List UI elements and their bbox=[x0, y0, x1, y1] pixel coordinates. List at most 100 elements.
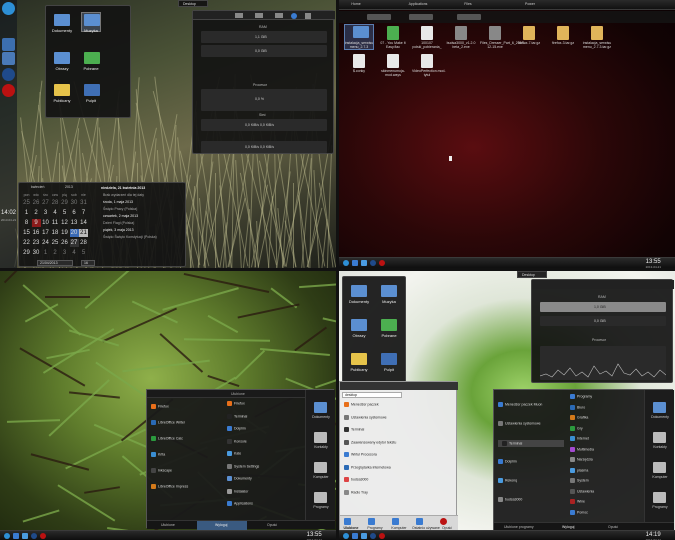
file-label[interactable]: Files_Dresser_Part_6_2013-12-15.exe bbox=[480, 41, 525, 49]
calendar-month[interactable]: kwiecień bbox=[31, 185, 44, 189]
folder-label[interactable]: Pulpit bbox=[76, 98, 106, 103]
tab-favorites[interactable]: Ulubione programy bbox=[504, 525, 534, 529]
category-item[interactable]: Ustawienia bbox=[570, 488, 594, 494]
calendar-day[interactable]: 7 bbox=[79, 209, 88, 217]
menu-item[interactable]: Firefox bbox=[227, 401, 245, 406]
folder-icon[interactable] bbox=[54, 14, 70, 26]
category-item[interactable]: Wine bbox=[570, 499, 585, 504]
calendar-day[interactable]: 4 bbox=[70, 249, 79, 257]
network-icon[interactable] bbox=[291, 13, 297, 19]
app-menu-item[interactable]: Dolphin bbox=[498, 459, 517, 464]
pictures-folder-icon[interactable] bbox=[54, 52, 70, 64]
file-manager-icon[interactable] bbox=[361, 532, 367, 539]
calendar-day[interactable]: 3 bbox=[60, 249, 69, 257]
kde-menu-icon[interactable] bbox=[4, 532, 10, 539]
file-label[interactable]: $.conky bbox=[344, 69, 374, 73]
side-item-label[interactable]: Komputer bbox=[647, 475, 673, 479]
category-item[interactable]: Pomoc bbox=[570, 509, 588, 515]
side-item-icon[interactable] bbox=[653, 492, 666, 503]
tab-logout[interactable]: Wyloguj bbox=[215, 523, 227, 527]
music-folder-icon[interactable] bbox=[84, 14, 100, 26]
side-item-label[interactable]: Dokumenty bbox=[647, 415, 673, 419]
doc-file-icon[interactable] bbox=[421, 26, 433, 40]
launcher-search-input[interactable]: desktop bbox=[342, 392, 402, 398]
taskbar-clock[interactable]: 13:55 2013-04-21 bbox=[307, 531, 322, 540]
calendar-day[interactable]: 11 bbox=[51, 219, 60, 227]
drive-icon[interactable] bbox=[255, 13, 263, 18]
folder-label[interactable]: Dokumenty bbox=[344, 299, 374, 304]
date-input[interactable]: 21/04/2013 bbox=[37, 260, 73, 266]
launcher-item[interactable]: Wirtul Procesora bbox=[344, 452, 377, 457]
calendar-day[interactable]: 17 bbox=[41, 229, 50, 237]
launcher-item[interactable]: Przeglądarka internetowa bbox=[344, 464, 391, 470]
taskbar-clock[interactable]: 13:55 2013-04-21 bbox=[646, 258, 661, 268]
calendar-day[interactable]: 9 bbox=[31, 219, 41, 227]
file-label[interactable]: instalacja_serwisu menu_2.7.3 bbox=[344, 41, 374, 49]
file-label[interactable]: firefox-3.tar.gz bbox=[548, 41, 578, 45]
folder-label[interactable]: Dokumenty bbox=[47, 28, 77, 33]
calendar-day[interactable]: 30 bbox=[32, 249, 41, 257]
calendar-day[interactable]: 28 bbox=[51, 199, 60, 207]
launcher-item[interactable]: Radio Tray bbox=[344, 489, 368, 495]
calendar-day[interactable]: 15 bbox=[22, 229, 31, 237]
calendar-day[interactable]: 2 bbox=[51, 249, 60, 257]
launcher-item[interactable]: Menedżer paczek bbox=[344, 402, 379, 407]
folder-icon[interactable] bbox=[351, 319, 367, 331]
side-item-icon[interactable] bbox=[653, 462, 666, 473]
side-item-icon[interactable] bbox=[314, 492, 327, 503]
calendar-day[interactable]: 29 bbox=[60, 199, 69, 207]
launcher-tab-icon[interactable] bbox=[344, 518, 351, 525]
calendar-day[interactable]: 5 bbox=[60, 209, 69, 217]
category-item[interactable]: System bbox=[570, 478, 589, 483]
menu-item[interactable]: System Settings bbox=[227, 463, 259, 469]
calendar-day[interactable]: 3 bbox=[41, 209, 50, 217]
tab-favorites[interactable]: Ulubione bbox=[161, 523, 175, 527]
folder-icon[interactable] bbox=[381, 319, 397, 331]
folder-label[interactable]: Obrazy bbox=[344, 333, 374, 338]
calendar-day[interactable]: 19 bbox=[60, 229, 69, 237]
power-icon[interactable] bbox=[379, 532, 385, 539]
menu-item[interactable]: LibreOffice Calc bbox=[151, 436, 183, 441]
menu-search[interactable] bbox=[147, 390, 305, 398]
calendar-day[interactable]: 21 bbox=[79, 229, 88, 237]
tab-applications[interactable]: Applications bbox=[403, 2, 433, 6]
calendar-day[interactable]: 26 bbox=[32, 199, 41, 207]
launcher-tab-icon[interactable] bbox=[440, 518, 447, 525]
folder-label[interactable]: Publiczny bbox=[47, 98, 77, 103]
audio-file-icon[interactable] bbox=[387, 26, 399, 40]
calendar-day[interactable]: 14 bbox=[79, 219, 88, 227]
menu-item[interactable]: Instalator bbox=[227, 488, 248, 494]
calendar-day[interactable]: 4 bbox=[51, 209, 60, 217]
side-item-label[interactable]: Kontakty bbox=[647, 445, 673, 449]
calendar-day[interactable]: 18 bbox=[51, 229, 60, 237]
menu-item[interactable]: LibreOffice Impress bbox=[151, 484, 188, 489]
folder-icon[interactable] bbox=[351, 285, 367, 297]
category-item[interactable]: plasma bbox=[570, 467, 588, 473]
power-icon[interactable] bbox=[2, 84, 15, 97]
action-button[interactable] bbox=[457, 14, 481, 20]
calendar-day[interactable]: 20 bbox=[69, 229, 79, 237]
doc-file-icon[interactable] bbox=[353, 54, 365, 68]
category-item[interactable]: Gry bbox=[570, 425, 583, 431]
calendar-day[interactable]: 16 bbox=[32, 229, 41, 237]
calendar-day[interactable]: 25 bbox=[22, 199, 31, 207]
media-player-icon[interactable] bbox=[31, 532, 37, 539]
tab-leave[interactable]: Opuść bbox=[267, 523, 277, 527]
tab-files[interactable]: Files bbox=[457, 2, 479, 6]
archive-file-icon[interactable] bbox=[557, 26, 569, 40]
category-item[interactable]: Internet bbox=[570, 436, 589, 441]
folder-label[interactable]: Pulpit bbox=[374, 367, 404, 372]
public-folder-icon[interactable] bbox=[54, 84, 70, 96]
menu-item[interactable]: Konsole bbox=[227, 438, 247, 444]
power-icon[interactable] bbox=[379, 260, 385, 266]
week-input[interactable]: 16 bbox=[81, 260, 95, 266]
side-item-label[interactable]: Komputer bbox=[308, 475, 334, 479]
menu-item[interactable]: Krita bbox=[151, 452, 165, 457]
menu-item[interactable]: Inkscape bbox=[151, 468, 172, 473]
side-item-icon[interactable] bbox=[314, 432, 327, 443]
menu-item[interactable]: Kate bbox=[227, 451, 241, 456]
calendar-day[interactable]: 10 bbox=[41, 219, 50, 227]
desktop-tab[interactable]: Desktop bbox=[517, 271, 547, 278]
folder-label[interactable]: Pobrane bbox=[374, 333, 404, 338]
kde-menu-icon[interactable] bbox=[343, 260, 349, 266]
